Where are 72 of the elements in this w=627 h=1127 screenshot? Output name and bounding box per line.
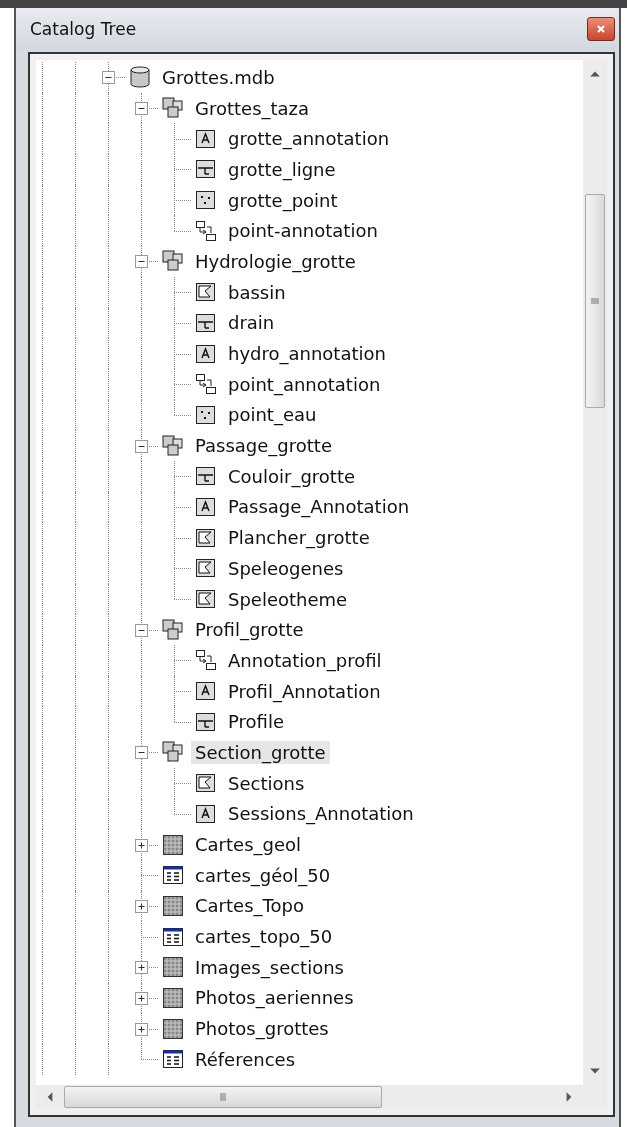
dataset-icon xyxy=(161,249,185,274)
relationship-icon xyxy=(194,218,218,243)
raster-icon xyxy=(161,955,185,980)
relationship-icon xyxy=(194,372,218,397)
tree-item[interactable]: point_annotation xyxy=(224,372,385,396)
expand-toggle[interactable] xyxy=(135,838,148,852)
collapse-toggle[interactable] xyxy=(135,102,148,116)
plus-icon xyxy=(137,840,146,850)
expand-toggle[interactable] xyxy=(135,991,148,1005)
tree-item[interactable]: Section_grotte xyxy=(191,740,330,764)
tree-item[interactable]: grotte_annotation xyxy=(224,127,394,151)
raster-icon xyxy=(161,985,185,1010)
tree-item[interactable]: Passage_Annotation xyxy=(224,495,414,519)
tree-item[interactable]: Sections xyxy=(224,771,309,795)
tree-item[interactable]: Couloir_grotte xyxy=(224,464,360,488)
collapse-toggle[interactable] xyxy=(135,439,148,453)
scroll-thumb[interactable] xyxy=(64,1086,382,1108)
window-title: Catalog Tree xyxy=(30,19,137,39)
tree-item[interactable]: bassin xyxy=(224,280,290,304)
tree-item[interactable]: cartes_géol_50 xyxy=(191,863,335,887)
tree-item[interactable]: Profil_Annotation xyxy=(224,679,385,703)
tree-item[interactable]: Speleogenes xyxy=(224,556,348,580)
grip-icon xyxy=(590,296,600,306)
plus-icon xyxy=(137,1024,146,1034)
tree-item[interactable]: drain xyxy=(224,311,279,335)
tree-item[interactable]: Profile xyxy=(224,710,288,734)
tree-item[interactable]: Plancher_grotte xyxy=(224,526,374,550)
plus-icon xyxy=(137,901,146,911)
expand-toggle[interactable] xyxy=(135,899,148,913)
collapse-toggle[interactable] xyxy=(135,746,148,760)
dataset-icon xyxy=(161,433,185,458)
tree-item[interactable]: Speleotheme xyxy=(224,587,352,611)
tree-item[interactable]: Cartes_geol xyxy=(191,833,306,857)
dataset-icon xyxy=(161,617,185,642)
tree-item[interactable]: Passage_grotte xyxy=(191,434,336,458)
tree-item[interactable]: Cartes_Topo xyxy=(191,894,308,918)
relationship-icon xyxy=(194,648,218,673)
tree-item[interactable]: Photos_grottes xyxy=(191,1017,333,1041)
tree-item[interactable]: point_eau xyxy=(224,403,321,427)
tree-item[interactable]: Images_sections xyxy=(191,955,348,979)
raster-icon xyxy=(161,832,185,857)
dataset-icon xyxy=(161,740,185,765)
collapse-toggle[interactable] xyxy=(135,255,148,269)
tree-item[interactable]: Réferences xyxy=(191,1047,300,1071)
tree-item[interactable]: Hydrologie_grotte xyxy=(191,249,360,273)
close-button[interactable] xyxy=(587,17,615,41)
tree-item[interactable]: grotte_point xyxy=(224,188,342,212)
scroll-thumb[interactable] xyxy=(585,194,605,408)
vertical-scrollbar[interactable] xyxy=(583,60,607,1085)
tree-item[interactable]: Grottes.mdb xyxy=(158,65,279,89)
raster-icon xyxy=(161,893,185,918)
close-icon xyxy=(596,24,606,34)
tree-item[interactable]: Sessions_Annotation xyxy=(224,802,418,826)
expand-toggle[interactable] xyxy=(135,1022,148,1036)
tree-item[interactable]: Grottes_taza xyxy=(191,96,314,120)
database-icon xyxy=(128,65,152,90)
collapse-toggle[interactable] xyxy=(102,71,115,85)
tree-item[interactable]: hydro_annotation xyxy=(224,342,390,366)
tree-item[interactable]: Photos_aeriennes xyxy=(191,986,358,1010)
collapse-toggle[interactable] xyxy=(135,623,148,637)
tree-item[interactable]: Profil_grotte xyxy=(191,618,308,642)
tree-item[interactable]: grotte_ligne xyxy=(224,157,340,181)
grip-icon xyxy=(218,1092,228,1102)
raster-icon xyxy=(161,1016,185,1041)
dataset-icon xyxy=(161,96,185,121)
horizontal-scrollbar[interactable] xyxy=(36,1085,583,1109)
expand-toggle[interactable] xyxy=(135,961,148,975)
tree-item[interactable]: Annotation_profil xyxy=(224,648,386,672)
plus-icon xyxy=(137,993,146,1003)
tree-item[interactable]: point-annotation xyxy=(224,219,382,243)
plus-icon xyxy=(137,963,146,973)
tree-item[interactable]: cartes_topo_50 xyxy=(191,925,337,949)
